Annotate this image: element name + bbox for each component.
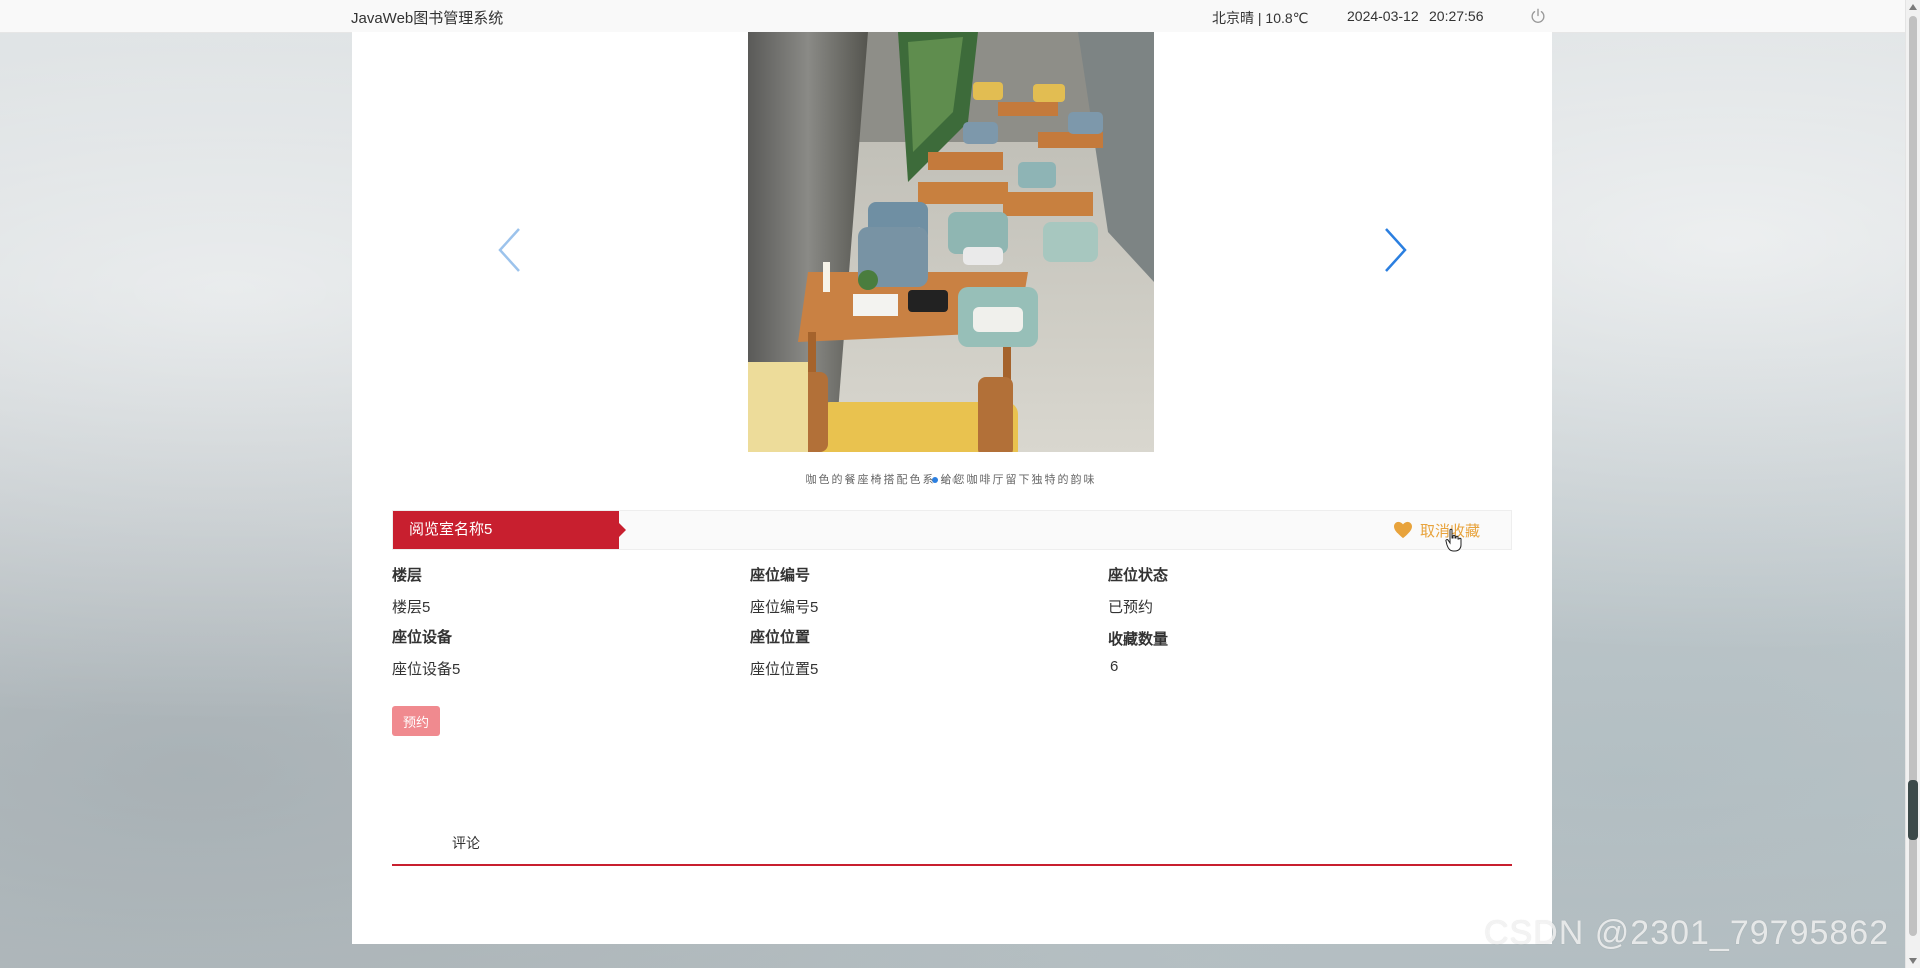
detail-tabs: 评论 bbox=[392, 822, 1512, 866]
attr-value-favorite-count: 6 bbox=[1110, 658, 1119, 675]
time-text: 20:27:56 bbox=[1429, 8, 1484, 24]
attr-value-seat-number: 座位编号5 bbox=[750, 599, 819, 616]
heart-icon bbox=[1394, 521, 1412, 539]
carousel-image bbox=[748, 32, 1154, 452]
attr-value-seat-status: 已预约 bbox=[1108, 599, 1154, 616]
attr-value-seat-location: 座位位置5 bbox=[750, 661, 819, 678]
attr-label-favorite-count: 收藏数量 bbox=[1108, 631, 1169, 648]
side-float-widget[interactable] bbox=[1908, 780, 1918, 840]
carousel-caption: 咖色的餐座椅搭配色系 给您咖啡厅留下独特的韵味 bbox=[805, 474, 1097, 486]
attr-value-floor: 楼层5 bbox=[392, 599, 431, 616]
carousel-prev-arrow[interactable] bbox=[495, 226, 525, 274]
site-title: JavaWeb图书管理系统 bbox=[351, 10, 504, 27]
reserve-button[interactable]: 预约 bbox=[392, 706, 440, 736]
scroll-down-arrow-icon[interactable] bbox=[1909, 958, 1917, 964]
csdn-watermark: CSDN @2301_79795862 bbox=[1484, 914, 1890, 952]
room-info-bar: 阅览室名称5 取消收藏 bbox=[392, 510, 1512, 550]
attr-value-seat-equipment: 座位设备5 bbox=[392, 661, 461, 678]
main-content-panel: 咖色的餐座椅搭配色系 给您咖啡厅留下独特的韵味 阅览室名称5 取消收藏 楼层 楼… bbox=[352, 32, 1552, 944]
top-header-bar: JavaWeb图书管理系统 北京晴 | 10.8℃ 2024-03-12 20:… bbox=[0, 0, 1920, 33]
date-text: 2024-03-12 bbox=[1347, 8, 1419, 24]
tab-comment[interactable]: 评论 bbox=[452, 833, 480, 853]
scroll-up-arrow-icon[interactable] bbox=[1909, 4, 1917, 10]
attr-label-seat-equipment: 座位设备 bbox=[392, 629, 453, 646]
attr-label-seat-location: 座位位置 bbox=[750, 629, 811, 646]
hand-cursor-icon bbox=[1445, 528, 1462, 552]
carousel-next-arrow[interactable] bbox=[1380, 226, 1410, 274]
attr-label-floor: 楼层 bbox=[392, 567, 423, 584]
room-name-tab: 阅览室名称5 bbox=[393, 511, 626, 549]
power-icon[interactable] bbox=[1529, 7, 1547, 25]
attr-label-seat-number: 座位编号 bbox=[750, 567, 811, 584]
weather-text: 北京晴 | 10.8℃ bbox=[1212, 10, 1309, 26]
attr-label-seat-status: 座位状态 bbox=[1108, 567, 1169, 584]
